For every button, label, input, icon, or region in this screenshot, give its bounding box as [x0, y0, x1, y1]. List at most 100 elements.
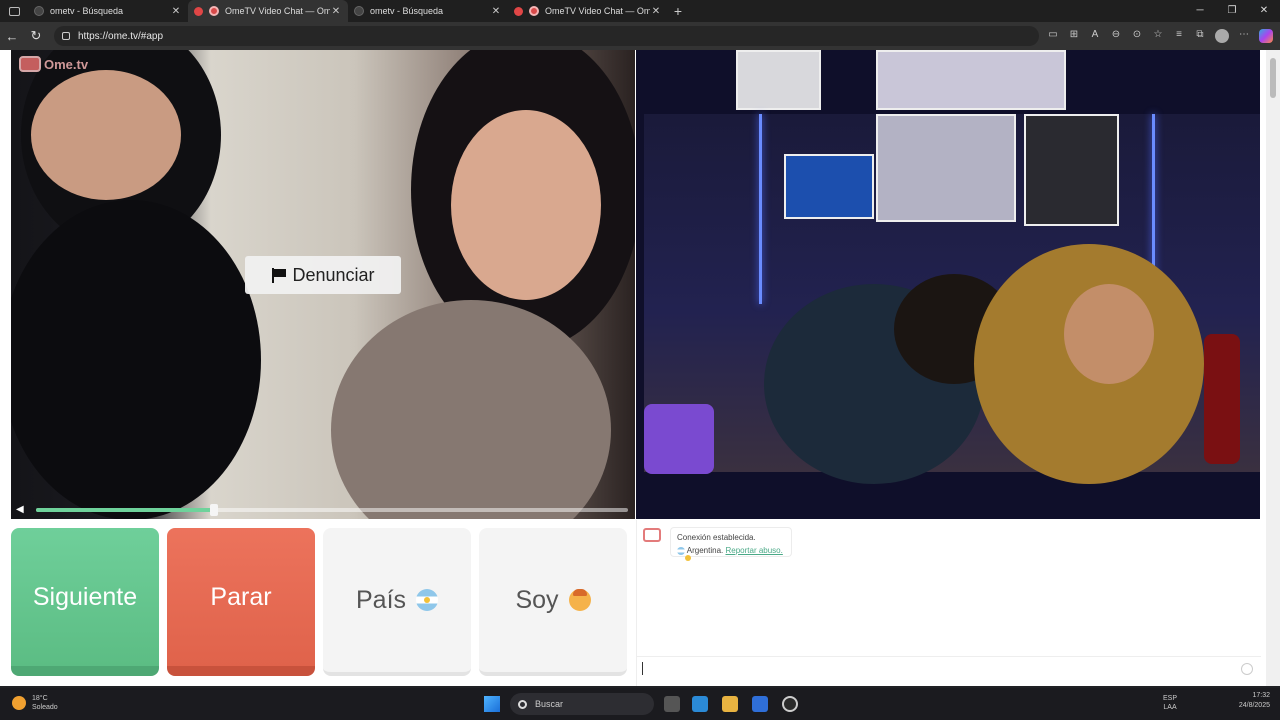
obs-icon[interactable] — [782, 696, 798, 712]
person-face — [1064, 284, 1154, 384]
volume-fill — [36, 507, 214, 512]
cast-icon[interactable]: ▭ — [1047, 29, 1059, 41]
argentina-flag-icon — [416, 589, 439, 611]
collections-icon[interactable]: ⧉ — [1194, 29, 1206, 41]
language-top: ESP — [1163, 695, 1178, 702]
gender-label: Soy — [515, 585, 559, 614]
file-explorer-icon[interactable] — [722, 696, 738, 712]
country-label: País — [355, 585, 407, 614]
windows-taskbar: 18°C Soleado Buscar ESP LAA 17:32 24/8/2… — [0, 688, 1280, 720]
speaker-icon[interactable]: ◀ — [16, 504, 30, 515]
ometv-favicon-icon — [209, 6, 219, 16]
jersey-poster — [736, 50, 821, 110]
scrollbar-thumb[interactable] — [1270, 58, 1276, 98]
close-tab-icon[interactable]: ✕ — [650, 6, 662, 17]
weather-widget[interactable]: 18°C Soleado — [12, 694, 58, 712]
reload-icon[interactable]: ↻ — [24, 28, 48, 44]
clock-time: 17:32 — [1252, 692, 1270, 699]
tab-title: OmeTV Video Chat — Omeg — [225, 6, 330, 16]
ometv-logo: Ome.tv — [19, 56, 88, 72]
argentina-flag-icon — [677, 546, 691, 561]
profile-avatar-icon[interactable] — [1215, 29, 1229, 43]
window-controls: ─ ❐ ✕ — [1184, 0, 1280, 22]
purple-cup — [644, 404, 714, 474]
country-text: Argentina. — [686, 546, 724, 555]
close-tab-icon[interactable]: ✕ — [170, 6, 182, 17]
task-view-icon[interactable] — [664, 696, 680, 712]
window-menu-icon[interactable] — [0, 0, 28, 22]
weather-desc: Soleado — [32, 704, 58, 711]
volume-bar: ◀ — [11, 500, 635, 519]
tab-search-2[interactable]: ometv - Búsqueda ✕ — [348, 0, 508, 22]
search-favicon-icon — [34, 6, 44, 16]
recording-icon — [514, 6, 523, 16]
bottle — [1204, 334, 1240, 464]
stop-label: Parar — [210, 582, 272, 611]
remote-video: Ome.tv Denunciar ◀ — [11, 50, 635, 519]
more-menu-icon[interactable]: ⋯ — [1238, 29, 1250, 41]
ometv-page: Ome.tv Denunciar ◀ Siguiente Parar País … — [0, 50, 1280, 686]
language-bottom: LAA — [1163, 704, 1177, 711]
system-clock[interactable]: 17:32 24/8/2025 — [1239, 691, 1270, 711]
emoji-icon[interactable] — [1241, 663, 1253, 675]
local-video — [636, 50, 1260, 519]
system-message: Conexión establecida. Argentina. Reporta… — [670, 527, 792, 561]
gender-button[interactable]: Soy — [479, 528, 627, 676]
connection-message: Conexión establecida. — [677, 533, 756, 542]
copilot-icon[interactable] — [1259, 29, 1273, 43]
start-icon[interactable] — [484, 696, 500, 712]
page-scrollbar[interactable] — [1266, 50, 1280, 686]
input-language[interactable]: ESP LAA — [1163, 694, 1177, 712]
tab-title: ometv - Búsqueda — [50, 6, 124, 16]
logo-text: Ome.tv — [44, 56, 89, 72]
search-icon — [518, 699, 527, 709]
tab-ometv-1[interactable]: OmeTV Video Chat — Omeg ✕ — [188, 0, 348, 22]
close-tab-icon[interactable]: ✕ — [330, 6, 342, 17]
country-button[interactable]: País — [323, 528, 471, 676]
chat-input[interactable] — [637, 656, 1261, 680]
report-button[interactable]: Denunciar — [245, 256, 401, 294]
taskbar-search[interactable]: Buscar — [510, 693, 654, 715]
neon-light — [759, 114, 762, 304]
report-abuse-link[interactable]: Reportar abuso. — [725, 546, 782, 555]
url-text: https://ome.tv/#app — [78, 30, 164, 42]
back-icon[interactable]: ← — [0, 29, 24, 44]
url-field[interactable]: https://ome.tv/#app — [54, 26, 1039, 46]
ometv-bot-avatar-icon — [643, 528, 661, 542]
tab-title: ometv - Búsqueda — [370, 6, 444, 16]
face-right — [451, 110, 601, 300]
zoom-icon[interactable]: ⊖ — [1110, 29, 1122, 41]
webcam-frame — [644, 114, 1260, 484]
stop-button[interactable]: Parar — [167, 528, 315, 676]
maximize-icon[interactable]: ❐ — [1216, 0, 1248, 22]
chat-panel: Conexión establecida. Argentina. Reporta… — [636, 520, 1261, 686]
next-label: Siguiente — [32, 582, 138, 611]
next-button[interactable]: Siguiente — [11, 528, 159, 676]
favorite-icon[interactable]: ☆ — [1152, 29, 1164, 41]
new-tab-button[interactable]: + — [668, 3, 688, 19]
face-left — [31, 70, 181, 200]
close-tab-icon[interactable]: ✕ — [490, 6, 502, 17]
store-icon[interactable] — [752, 696, 768, 712]
volume-slider-handle[interactable] — [210, 504, 218, 516]
country-line: Argentina. Reportar abuso. — [677, 544, 785, 561]
minimize-icon[interactable]: ─ — [1184, 0, 1216, 22]
clock-date: 24/8/2025 — [1238, 702, 1270, 709]
favorites-icon[interactable]: ≡ — [1173, 29, 1185, 41]
site-info-icon[interactable] — [62, 32, 70, 40]
tab-ometv-2[interactable]: OmeTV Video Chat — Omeg ✕ — [508, 0, 668, 22]
jersey-frame — [1024, 114, 1119, 226]
ometv-favicon-icon — [529, 6, 539, 16]
text-caret — [642, 662, 643, 675]
apps-icon[interactable]: ⊞ — [1068, 29, 1080, 41]
nike-poster — [784, 154, 874, 219]
tab-search-1[interactable]: ometv - Búsqueda ✕ — [28, 0, 188, 22]
flag-icon — [271, 267, 287, 283]
read-aloud-icon[interactable]: A — [1089, 29, 1101, 41]
extensions-icon[interactable]: ⊙ — [1131, 29, 1143, 41]
edge-icon[interactable] — [692, 696, 708, 712]
boy-emoji-icon — [568, 589, 591, 611]
person-body-left — [11, 200, 261, 519]
close-window-icon[interactable]: ✕ — [1248, 0, 1280, 22]
sun-icon — [12, 696, 26, 710]
